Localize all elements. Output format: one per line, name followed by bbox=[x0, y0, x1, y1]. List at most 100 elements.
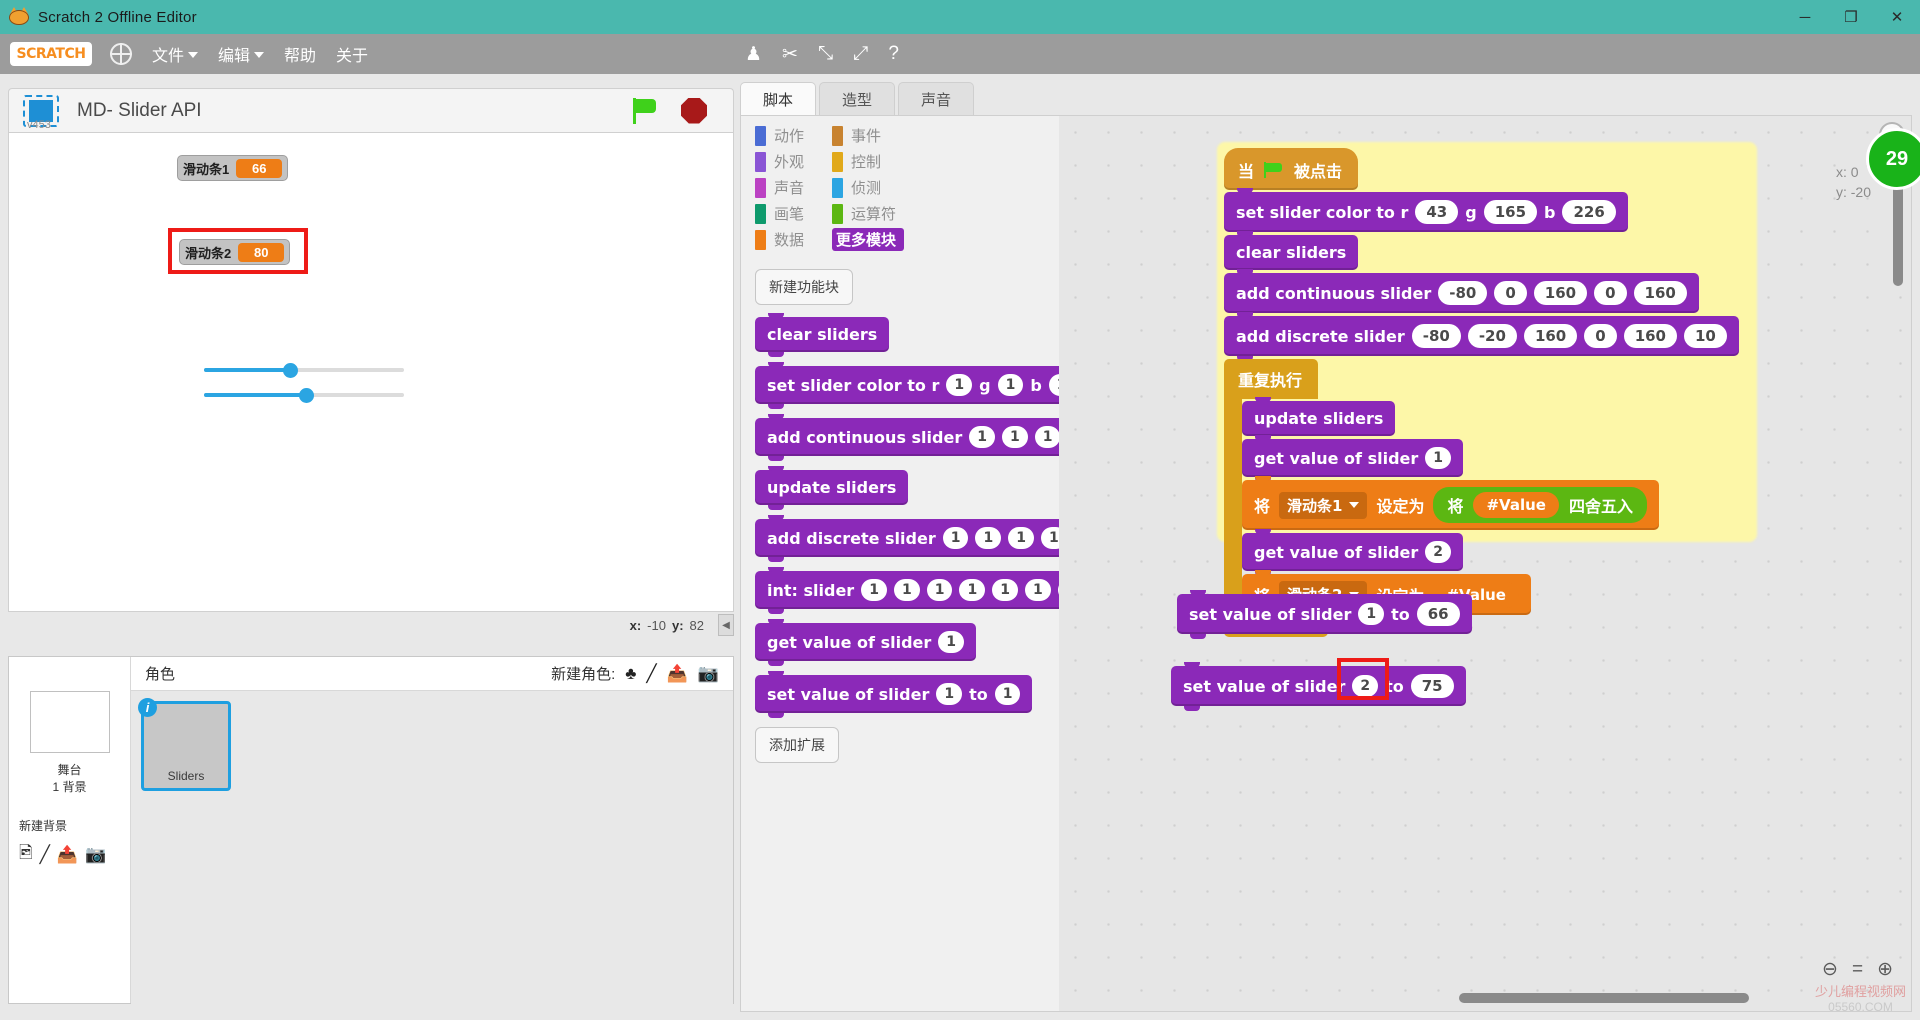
block-arg[interactable]: 1 bbox=[938, 631, 965, 653]
block-arg[interactable]: 1 bbox=[926, 579, 953, 601]
block-arg[interactable]: 160 bbox=[1533, 281, 1588, 305]
sprite-info-icon[interactable]: i bbox=[138, 698, 157, 717]
set-value-of-slider-block[interactable]: set value of slider 1 to 66 bbox=[1177, 590, 1472, 639]
get-value-of-slider-block[interactable]: get value of slider 2 bbox=[1242, 529, 1464, 576]
help-icon[interactable]: ? bbox=[888, 43, 899, 65]
get-value-of-slider-block[interactable]: get value of slider 1 bbox=[1242, 435, 1464, 482]
category-sensing[interactable]: 侦测 bbox=[832, 176, 904, 199]
maximize-button[interactable]: ❐ bbox=[1828, 0, 1874, 34]
shrink-icon[interactable]: ⤢ bbox=[853, 43, 868, 65]
slider-thumb[interactable] bbox=[283, 363, 298, 378]
camera-backdrop-icon[interactable]: 📷 bbox=[85, 845, 106, 865]
zoom-in-icon[interactable]: ⊕ bbox=[1877, 958, 1893, 981]
block-arg[interactable]: 0 bbox=[1494, 281, 1527, 305]
set-slider-color-block[interactable]: set slider color to r 43 g 165 b 226 bbox=[1224, 188, 1628, 237]
block-arg[interactable]: 0 bbox=[1594, 281, 1627, 305]
camera-sprite-icon[interactable]: 📷 bbox=[698, 664, 719, 684]
category-operators[interactable]: 运算符 bbox=[832, 202, 904, 225]
block-arg-g[interactable]: 165 bbox=[1483, 200, 1538, 224]
category-looks[interactable]: 外观 bbox=[755, 150, 812, 173]
scratch-logo[interactable]: SCRATCH bbox=[10, 42, 92, 66]
slider-thumb[interactable] bbox=[299, 388, 314, 403]
category-more-blocks[interactable]: 更多模块 bbox=[832, 228, 905, 251]
block-arg[interactable]: 10 bbox=[1684, 324, 1727, 348]
block-arg[interactable]: 1 bbox=[1425, 447, 1452, 469]
block-arg-g[interactable]: 1 bbox=[997, 374, 1024, 396]
block-arg[interactable]: 1 bbox=[1024, 579, 1051, 601]
stop-icon[interactable] bbox=[681, 97, 707, 124]
upload-sprite-icon[interactable]: 📤 bbox=[667, 664, 688, 684]
block-arg[interactable]: 0 bbox=[1584, 324, 1617, 348]
block-arg[interactable]: 2 bbox=[1425, 541, 1452, 563]
stage-canvas[interactable]: 滑动条1 66 滑动条2 80 bbox=[8, 132, 734, 612]
block-arg[interactable]: 160 bbox=[1623, 324, 1677, 348]
block-arg-value[interactable]: 75 bbox=[1410, 674, 1454, 698]
green-flag-icon[interactable] bbox=[631, 97, 657, 124]
add-discrete-slider-block[interactable]: add discrete slider -80 -20 160 0 160 10 bbox=[1224, 312, 1739, 361]
get-value-of-slider-block[interactable]: get value of slider 1 bbox=[755, 619, 977, 666]
set-value-of-slider-block[interactable]: set value of slider 1 to 1 bbox=[755, 671, 1033, 718]
collapse-sidebar-button[interactable]: ◀ bbox=[718, 614, 734, 636]
discrete-slider[interactable] bbox=[204, 386, 404, 404]
workspace-horizontal-scrollbar[interactable] bbox=[1459, 993, 1749, 1003]
tab-scripts[interactable]: 脚本 bbox=[740, 82, 817, 116]
category-sound[interactable]: 声音 bbox=[755, 176, 812, 199]
value-reporter[interactable]: #Value bbox=[1473, 492, 1559, 518]
zoom-reset-icon[interactable]: = bbox=[1852, 959, 1863, 981]
variable-watcher-slider1[interactable]: 滑动条1 66 bbox=[177, 155, 289, 181]
block-arg-r[interactable]: 1 bbox=[946, 374, 973, 396]
tab-costumes[interactable]: 造型 bbox=[819, 82, 896, 116]
block-arg[interactable]: 1 bbox=[969, 426, 995, 448]
scissors-icon[interactable]: ✂ bbox=[782, 43, 798, 66]
upload-backdrop-icon[interactable]: 📤 bbox=[57, 845, 78, 865]
menu-edit[interactable]: 编辑 bbox=[218, 42, 265, 66]
main-script[interactable]: 当 被点击 set slider color to r 43 g 165 b 2… bbox=[1224, 148, 1739, 637]
block-arg[interactable]: 1 bbox=[893, 579, 920, 601]
block-arg-slider[interactable]: 1 bbox=[1358, 603, 1385, 625]
close-button[interactable]: ✕ bbox=[1874, 0, 1920, 34]
make-a-block-button[interactable]: 新建功能块 bbox=[755, 269, 853, 305]
update-sliders-block[interactable]: update sliders bbox=[1242, 397, 1396, 441]
sprite-tile-sliders[interactable]: i Sliders bbox=[138, 698, 231, 791]
tab-sounds[interactable]: 声音 bbox=[898, 82, 975, 116]
standalone-set-value-slider2[interactable]: set value of slider 2 to 75 bbox=[1171, 658, 1466, 711]
menu-file[interactable]: 文件 bbox=[152, 42, 199, 66]
category-motion[interactable]: 动作 bbox=[755, 124, 812, 147]
menu-help[interactable]: 帮助 bbox=[284, 42, 316, 66]
round-operator-block[interactable]: 将 #Value 四舍五入 bbox=[1433, 487, 1647, 523]
block-arg[interactable]: 1 bbox=[992, 579, 1018, 601]
menu-about[interactable]: 关于 bbox=[336, 42, 368, 66]
block-arg[interactable]: -20 bbox=[1467, 324, 1517, 348]
when-green-flag-clicked-block[interactable]: 当 被点击 bbox=[1224, 148, 1359, 190]
block-arg[interactable]: 1 bbox=[861, 579, 887, 601]
grow-icon[interactable]: ⤡ bbox=[818, 43, 833, 65]
variable-watcher-slider2[interactable]: 滑动条2 80 bbox=[179, 239, 291, 265]
category-data[interactable]: 数据 bbox=[755, 228, 812, 251]
continuous-slider[interactable] bbox=[204, 361, 404, 379]
script-workspace[interactable]: 当 被点击 set slider color to r 43 g 165 b 2… bbox=[1059, 116, 1911, 1011]
globe-icon[interactable] bbox=[110, 43, 132, 65]
category-pen[interactable]: 画笔 bbox=[755, 202, 812, 225]
clear-sliders-block[interactable]: clear sliders bbox=[755, 313, 890, 357]
standalone-set-value-slider1[interactable]: set value of slider 1 to 66 bbox=[1177, 590, 1472, 639]
block-arg[interactable]: 1 bbox=[942, 527, 969, 549]
block-arg[interactable]: -80 bbox=[1411, 324, 1461, 348]
stamp-icon[interactable]: ♟ bbox=[745, 43, 762, 66]
category-events[interactable]: 事件 bbox=[832, 124, 904, 147]
block-arg-b[interactable]: 226 bbox=[1562, 200, 1616, 224]
add-continuous-slider-block[interactable]: add continuous slider -80 0 160 0 160 bbox=[1224, 269, 1699, 318]
add-discrete-slider-block[interactable]: add discrete slider 1 1 1 1 bbox=[755, 515, 1079, 562]
block-arg[interactable]: 160 bbox=[1633, 281, 1687, 305]
set-slider-color-block[interactable]: set slider color to r 1 g 1 b 1 bbox=[755, 362, 1087, 409]
paint-sprite-icon[interactable]: ╱ bbox=[646, 664, 656, 684]
add-extension-button[interactable]: 添加扩展 bbox=[755, 727, 839, 763]
paint-backdrop-icon[interactable]: ╱ bbox=[40, 845, 50, 865]
set-value-of-slider-block[interactable]: set value of slider 2 to 75 bbox=[1171, 662, 1466, 711]
block-arg[interactable]: 1 bbox=[975, 527, 1002, 549]
variable-dropdown[interactable]: 滑动条1 bbox=[1279, 491, 1368, 519]
int-slider-block[interactable]: int: slider 1 1 1 1 1 1 1 bbox=[755, 567, 1096, 614]
block-arg[interactable]: 1 bbox=[1001, 426, 1028, 448]
block-arg[interactable]: 1 bbox=[959, 579, 986, 601]
stage-thumbnail[interactable] bbox=[29, 691, 110, 753]
block-arg[interactable]: 1 bbox=[1008, 527, 1034, 549]
